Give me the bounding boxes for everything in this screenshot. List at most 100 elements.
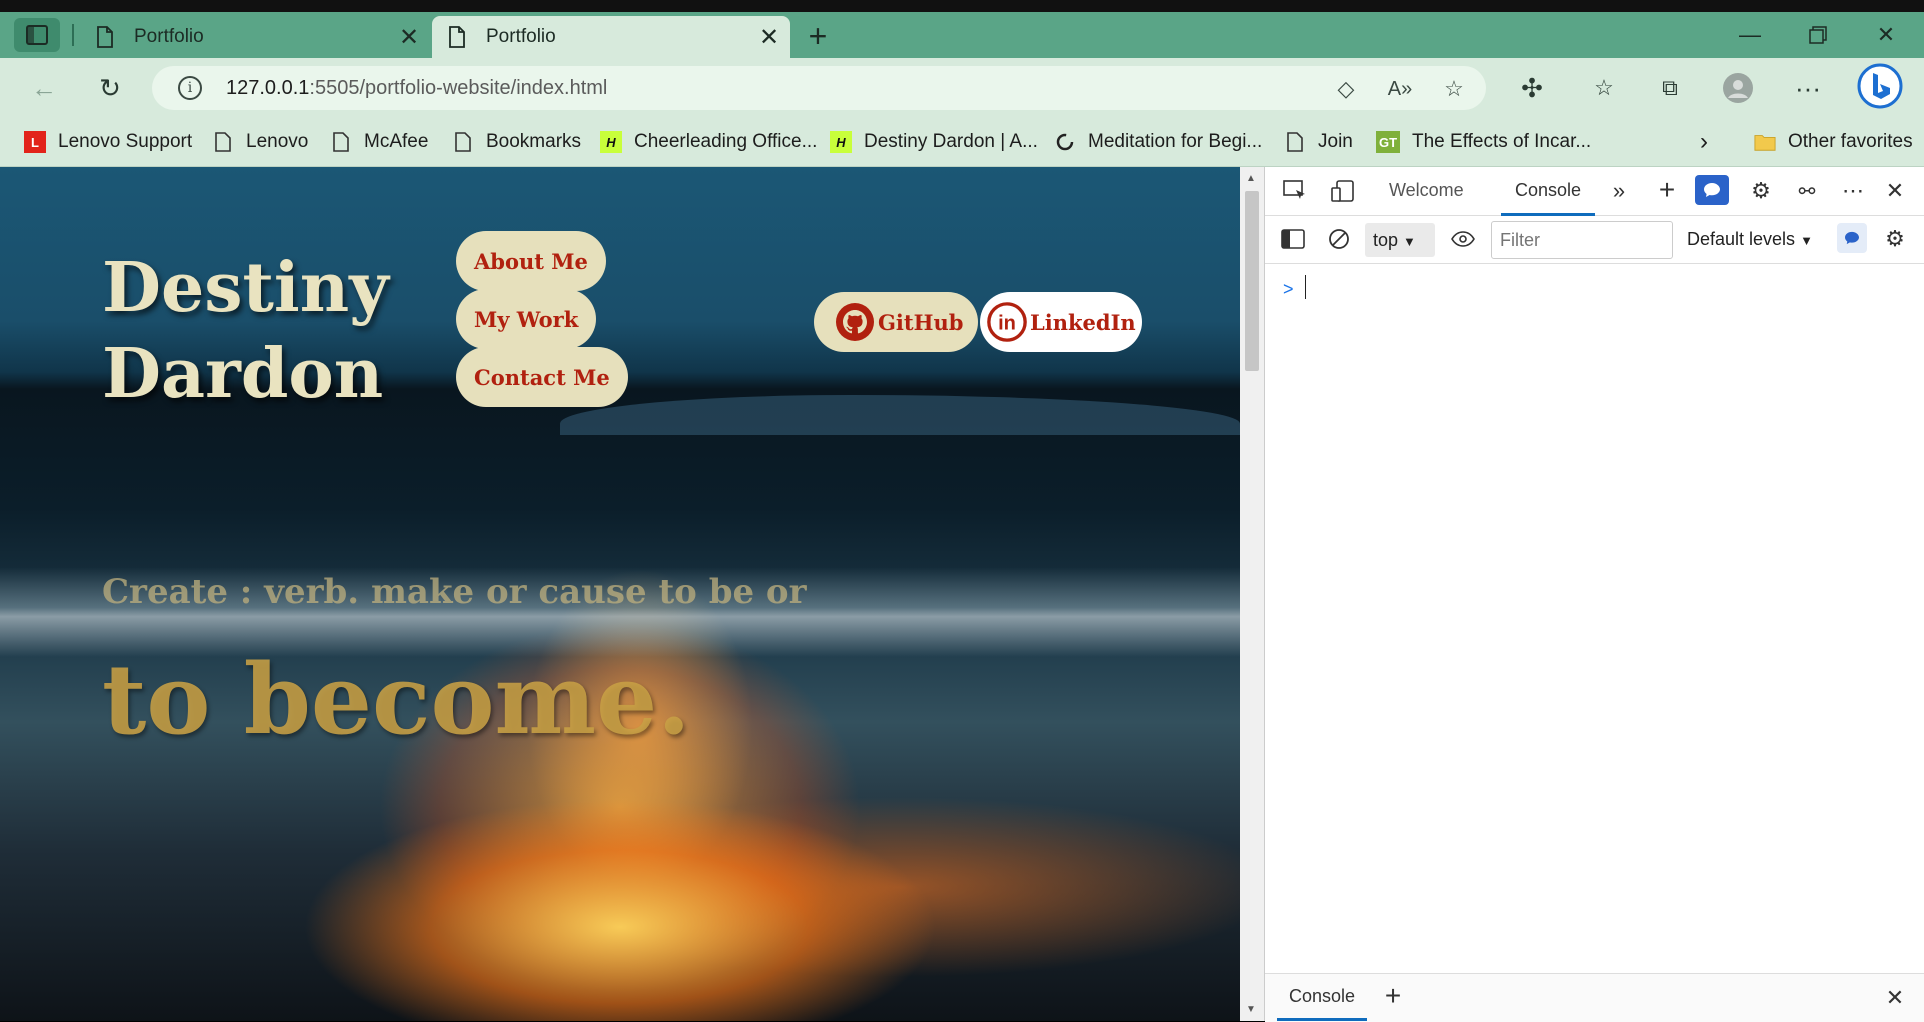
console-prompt: > [1283,279,1294,299]
devtools-tab-bar: Welcome Console » + ⚙ ⚯ ⋯ ✕ [1265,167,1924,216]
hero-text: to become. [102,643,691,756]
more-tabs-chevron-icon[interactable]: » [1603,175,1635,207]
background-mountains [560,395,1240,435]
more-options-icon[interactable]: ⋯ [1837,175,1869,207]
issues-icon[interactable] [1837,223,1867,253]
inspect-element-icon[interactable] [1279,175,1311,207]
nav-contact-me[interactable]: Contact Me [456,347,628,407]
page-icon [448,26,470,48]
drawer-add-tab-icon[interactable]: + [1377,980,1409,1012]
browser-tab-2[interactable]: Portfolio ✕ [432,16,790,58]
page-icon [212,131,234,153]
close-window-button[interactable]: ✕ [1858,16,1914,54]
bookmark-meditation[interactable]: Meditation for Begi... [1054,118,1262,166]
scrollbar-thumb[interactable] [1245,191,1259,371]
linkedin-icon: in [986,301,1028,343]
h-badge-icon: H [600,131,622,153]
bookmark-cheerleading[interactable]: H Cheerleading Office... [600,118,817,166]
lenovo-l-icon: L [24,131,46,153]
feedback-icon[interactable] [1695,175,1729,205]
site-info-icon[interactable]: i [178,76,202,100]
close-drawer-icon[interactable]: ✕ [1879,982,1911,1014]
github-link[interactable]: GitHub [814,292,978,352]
page-viewport: Destiny Dardon About Me My Work Contact … [0,167,1240,1021]
tab-strip: Portfolio ✕ Portfolio ✕ + — ✕ [0,12,1924,58]
log-levels-dropdown[interactable]: Default levels ▼ [1687,215,1813,265]
console-settings-gear-icon[interactable]: ⚙ [1879,223,1911,255]
tab-separator [72,24,74,46]
collections-icon[interactable]: ⧉ [1650,70,1690,106]
nav-my-work[interactable]: My Work [456,289,597,349]
read-aloud-icon[interactable]: A» [1386,75,1414,103]
refresh-button[interactable]: ↻ [90,70,130,106]
browser-tab-1[interactable]: Portfolio ✕ [80,16,430,58]
add-favorite-icon[interactable]: ☆ [1440,75,1468,103]
tag-icon[interactable]: ◇ [1332,75,1360,103]
site-title: Destiny Dardon [102,248,389,414]
customize-icon[interactable]: ⚯ [1791,175,1823,207]
dropdown-arrow-icon: ▼ [1403,234,1416,249]
address-bar[interactable]: i 127.0.0.1:5505/portfolio-website/index… [152,66,1486,110]
live-expression-eye-icon[interactable] [1447,223,1479,255]
favorites-icon[interactable]: ☆ [1584,70,1624,106]
scroll-down-icon[interactable]: ▼ [1246,1004,1256,1015]
add-tab-icon[interactable]: + [1651,174,1683,206]
nav-about-me[interactable]: About Me [456,231,606,291]
console-toolbar: top ▼ Default levels ▼ ⚙ [1265,215,1924,264]
svg-text:in: in [998,313,1016,335]
tab-title: Portfolio [486,26,556,47]
other-favorites-folder[interactable]: Other favorites [1754,118,1913,166]
console-input-caret[interactable] [1305,275,1306,299]
bookmark-destiny-dardon[interactable]: H Destiny Dardon | A... [830,118,1038,166]
context-selector[interactable]: top ▼ [1365,223,1435,257]
drawer-tab-console[interactable]: Console [1277,974,1368,1021]
restore-button[interactable] [1790,16,1846,54]
console-filter-input[interactable] [1491,221,1673,259]
bing-icon [1857,63,1903,109]
page-scrollbar[interactable]: ▲ ▼ [1240,167,1264,1021]
gt-badge-icon: GT [1376,131,1400,153]
sidebar-toggle-icon[interactable] [1277,223,1309,255]
avatar-icon [1723,73,1753,103]
extensions-icon[interactable]: ✣ [1512,70,1552,106]
navigation-bar: ← ↻ i 127.0.0.1:5505/portfolio-website/i… [0,58,1924,118]
more-menu-icon[interactable]: ··· [1788,70,1828,106]
devtools-tab-welcome[interactable]: Welcome [1389,167,1464,213]
linkedin-link[interactable]: in LinkedIn [980,292,1142,352]
tab-title: Portfolio [134,26,204,47]
github-icon [834,301,876,343]
bookmark-lenovo-support[interactable]: L Lenovo Support [24,118,192,166]
tagline: Create : verb. make or cause to be or [102,572,807,612]
bookmark-mcafee[interactable]: McAfee [330,118,428,166]
more-bookmarks-chevron-icon[interactable]: › [1700,118,1708,166]
folder-icon [1754,131,1776,153]
minimize-button[interactable]: — [1722,16,1778,54]
new-tab-button[interactable]: + [800,18,836,54]
close-icon[interactable]: ✕ [394,23,424,52]
devtools-panel: Welcome Console » + ⚙ ⚯ ⋯ ✕ top ▼ Defaul… [1264,167,1924,1022]
bookmark-bookmarks[interactable]: Bookmarks [452,118,581,166]
scroll-up-icon[interactable]: ▲ [1246,173,1256,184]
device-emulation-icon[interactable] [1327,175,1359,207]
settings-gear-icon[interactable]: ⚙ [1745,175,1777,207]
devtools-tab-console[interactable]: Console [1501,167,1596,216]
devtools-drawer: Console + ✕ [1265,973,1924,1022]
close-devtools-icon[interactable]: ✕ [1879,175,1911,207]
close-icon[interactable]: ✕ [754,23,784,52]
tab-actions-icon [26,25,48,45]
h-badge-icon: H [830,131,852,153]
clear-console-icon[interactable] [1323,223,1355,255]
bing-button[interactable] [1856,62,1904,110]
bookmark-effects-of-incar[interactable]: GT The Effects of Incar... [1376,118,1591,166]
loading-ring-icon [1054,131,1076,153]
tab-actions-button[interactable] [14,18,60,52]
restore-icon [1809,26,1827,44]
page-icon [96,26,118,48]
page-icon [330,131,352,153]
bookmark-lenovo[interactable]: Lenovo [212,118,308,166]
bookmark-join[interactable]: Join [1284,118,1353,166]
profile-avatar[interactable] [1718,70,1758,106]
back-button[interactable]: ← [24,70,64,106]
window-top-edge [0,0,1924,12]
url-text[interactable]: 127.0.0.1:5505/portfolio-website/index.h… [226,66,607,110]
